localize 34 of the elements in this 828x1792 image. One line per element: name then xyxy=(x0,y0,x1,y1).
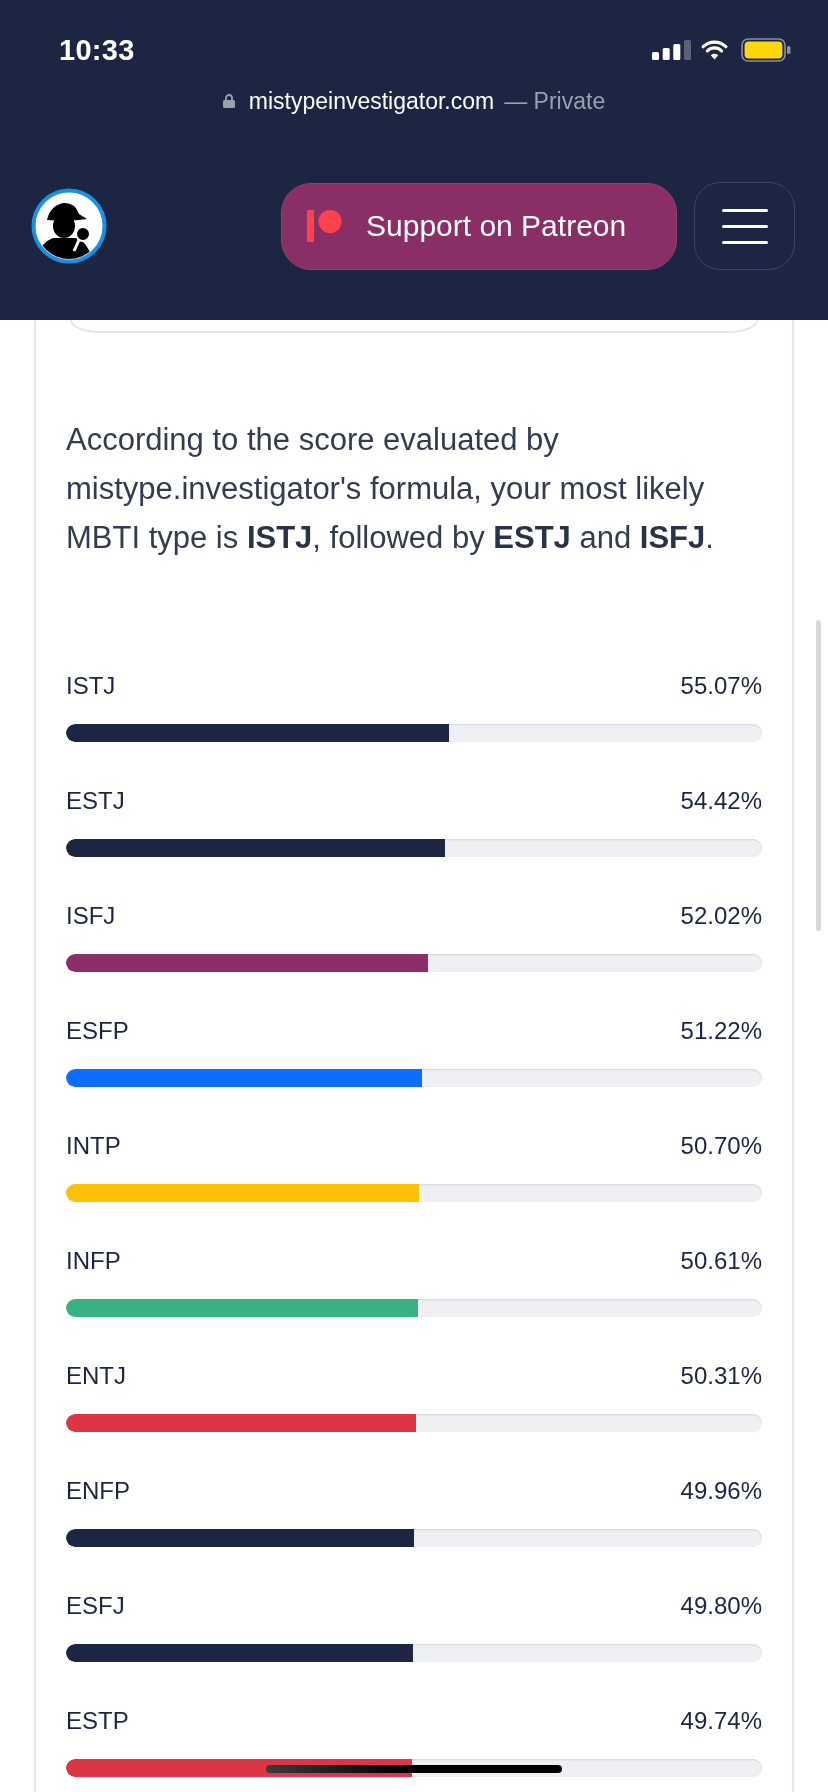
type-label: ESFJ xyxy=(66,1592,125,1620)
percent-value: 49.74% xyxy=(680,1707,762,1735)
menu-icon xyxy=(721,208,768,244)
percent-value: 52.02% xyxy=(680,902,762,930)
lock-icon xyxy=(222,94,235,108)
type-label: ESTP xyxy=(66,1707,129,1735)
url-text[interactable]: mistypeinvestigator.com xyxy=(248,87,495,115)
percent-value: 50.31% xyxy=(680,1362,762,1390)
detective-logo-icon[interactable] xyxy=(31,188,107,264)
percent-value: 49.80% xyxy=(680,1592,762,1620)
type-label: ESTJ xyxy=(66,787,125,815)
type-label: INFP xyxy=(66,1247,121,1275)
patreon-icon xyxy=(307,210,342,242)
result-summary: According to the score evaluated by mistype.investigator's formula, your most likely MBTI type is ISTJ, followed by ESTJ and ISFJ. xyxy=(66,421,715,557)
type-label: ENFP xyxy=(66,1477,130,1505)
percent-value: 50.61% xyxy=(680,1247,762,1275)
support-on-patreon-button[interactable]: Support on Patreon xyxy=(281,182,677,270)
type-label: INTP xyxy=(66,1132,121,1160)
type-label: ESFP xyxy=(66,1017,129,1045)
percent-value: 55.07% xyxy=(680,672,762,700)
browsing-mode-text: — Private xyxy=(504,87,606,115)
percent-value: 49.96% xyxy=(680,1477,762,1505)
type-label: ENTJ xyxy=(66,1362,126,1390)
battery-icon xyxy=(741,38,791,62)
percent-value: 51.22% xyxy=(680,1017,762,1045)
type-label: ISTJ xyxy=(66,672,116,700)
signal-icon xyxy=(652,40,691,60)
percent-value: 50.70% xyxy=(680,1132,762,1160)
type-label: ISFJ xyxy=(66,902,116,930)
status-time: 10:33 xyxy=(59,33,135,67)
wifi-icon xyxy=(701,40,728,60)
scrollbar[interactable] xyxy=(816,620,821,931)
menu-button[interactable] xyxy=(694,182,795,270)
percent-value: 54.42% xyxy=(680,787,762,815)
